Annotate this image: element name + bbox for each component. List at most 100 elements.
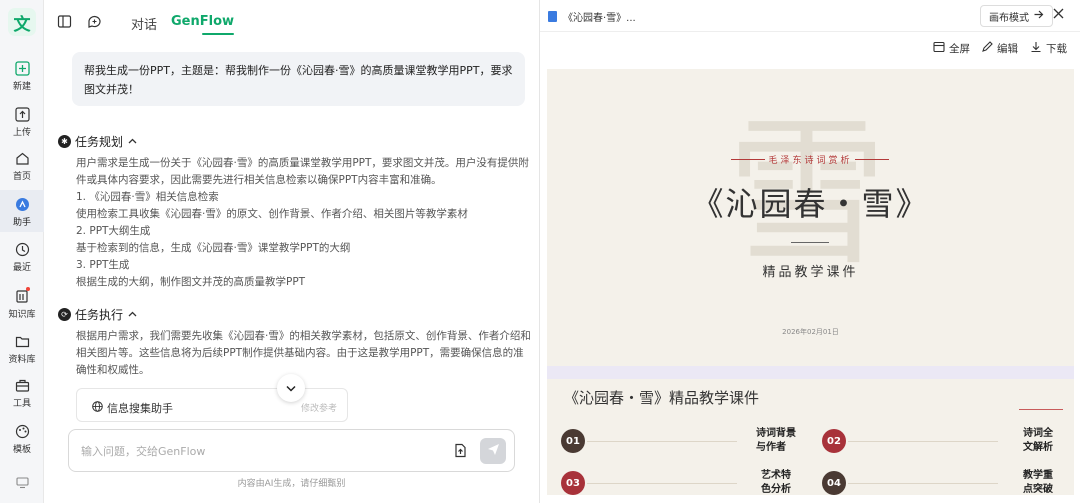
toc-number: 04	[822, 471, 846, 495]
plan-icon: ✱	[58, 135, 71, 148]
slide-cover-tagline: 精品教学课件	[762, 265, 859, 280]
new-chat-icon[interactable]	[87, 14, 103, 30]
fullscreen-label: 全屏	[949, 43, 970, 55]
tab-genflow[interactable]: GenFlow	[171, 14, 234, 29]
chat-input[interactable]	[81, 442, 431, 460]
scroll-down-button[interactable]	[277, 374, 305, 402]
toc-label-line: 教学重	[1023, 470, 1053, 481]
chevron-up-icon	[128, 310, 137, 320]
title-separator	[791, 242, 829, 243]
app-root: 文 新建 上传 首页 助手 最近 知识库 资料库 工具 模板 对话 GenFlo…	[0, 0, 1080, 503]
rail-item-tools[interactable]: 工具	[0, 377, 44, 413]
rail-item-label: 知识库	[8, 310, 36, 320]
toc-number: 02	[822, 429, 846, 453]
plus-square-icon	[14, 60, 30, 76]
rail-item-label: 工具	[12, 399, 31, 409]
rail-item-label: 最近	[12, 263, 31, 273]
toc-label-line: 文解析	[1023, 442, 1053, 453]
toc-label-line: 色分析	[761, 484, 791, 495]
assistant-icon	[14, 196, 30, 212]
edit-label: 编辑	[997, 43, 1018, 55]
toc-label: 诗词背景 与作者	[756, 427, 796, 455]
execution-section-header[interactable]: ⟳ 任务执行	[58, 306, 137, 323]
knowledge-icon	[14, 287, 30, 304]
chat-topbar: 对话 GenFlow	[44, 0, 539, 44]
fullscreen-button[interactable]: 全屏	[933, 41, 970, 56]
rail-item-label: 助手	[12, 218, 31, 228]
close-icon[interactable]	[1053, 7, 1064, 23]
slide-cover-subtitle: 毛泽东诗词赏析	[768, 156, 853, 166]
rail-item-upload[interactable]: 上传	[0, 106, 44, 142]
left-rail: 文 新建 上传 首页 助手 最近 知识库 资料库 工具 模板	[0, 0, 44, 503]
tab-chat[interactable]: 对话	[131, 14, 157, 33]
plan-title: 任务规划	[75, 135, 124, 149]
chat-input-box	[68, 429, 515, 472]
chevron-down-icon	[286, 381, 296, 395]
home-icon	[14, 150, 30, 166]
rail-item-new[interactable]: 新建	[0, 60, 44, 96]
canvas-mode-label: 画布模式	[989, 12, 1029, 24]
slide-cover-title: 《沁园春・雪》	[691, 185, 930, 223]
slide-toc-title: 《沁园春・雪》精品教学课件	[564, 389, 760, 407]
toc-label: 教学重 点突破	[1023, 469, 1053, 495]
rail-item-assistant[interactable]: 助手	[0, 190, 44, 232]
toc-label-line: 点突破	[1023, 484, 1053, 495]
toc-number: 03	[561, 471, 585, 495]
rail-item-device[interactable]	[0, 474, 44, 494]
toolbox-icon	[14, 377, 30, 393]
rail-item-home[interactable]: 首页	[0, 150, 44, 186]
slides-viewport[interactable]: 雪 毛泽东诗词赏析 《沁园春・雪》 精品教学课件 2026年02月01日 《沁园…	[547, 69, 1074, 495]
preview-doc-tab[interactable]: 《沁园春·雪》...	[548, 9, 636, 24]
plan-body: 用户需求是生成一份关于《沁园春·雪》的高质量课堂教学用PPT，要求图文并茂。用户…	[76, 155, 531, 291]
edit-icon	[981, 41, 997, 56]
globe-icon	[92, 401, 103, 415]
plan-line: 用户需求是生成一份关于《沁园春·雪》的高质量课堂教学用PPT，要求图文并茂。用户…	[76, 157, 529, 186]
execution-title: 任务执行	[75, 308, 124, 322]
rail-item-library[interactable]: 资料库	[0, 333, 44, 369]
rail-item-templates[interactable]: 模板	[0, 423, 44, 459]
rail-item-label: 新建	[12, 82, 31, 92]
toc-label: 诗词全 文解析	[1023, 427, 1053, 455]
rail-item-label: 首页	[12, 172, 31, 182]
palette-icon	[14, 423, 30, 439]
toc-label-line: 诗词全	[1023, 428, 1053, 439]
plan-section-header[interactable]: ✱ 任务规划	[58, 133, 137, 150]
clock-icon	[14, 241, 30, 257]
toc-line	[848, 483, 998, 484]
download-icon	[1030, 41, 1046, 56]
rail-item-label: 模板	[12, 445, 31, 455]
rail-item-knowledge[interactable]: 知识库	[0, 287, 44, 324]
sidebar-toggle-icon[interactable]	[57, 14, 73, 30]
plan-line: 使用检索工具收集《沁园春·雪》的原文、创作背景、作者介绍、相关图片等教学素材	[76, 208, 468, 220]
edit-button[interactable]: 编辑	[981, 41, 1018, 56]
toc-label-line: 与作者	[756, 442, 786, 453]
toc-line	[587, 441, 737, 442]
download-button[interactable]: 下载	[1030, 41, 1067, 56]
toc-number: 01	[561, 429, 585, 453]
tab-active-indicator	[202, 33, 234, 35]
toc-label: 艺术特 色分析	[761, 469, 791, 495]
slide-cover-date: 2026年02月01日	[782, 328, 839, 336]
app-logo[interactable]: 文	[8, 8, 36, 36]
folder-icon	[14, 333, 30, 349]
upload-file-icon[interactable]	[453, 443, 469, 459]
toc-line	[848, 441, 998, 442]
document-icon	[548, 11, 557, 22]
arrow-right-icon	[1034, 10, 1044, 22]
toc-label-line: 诗词背景	[756, 428, 796, 439]
preview-doc-title: 《沁园春·雪》...	[563, 13, 636, 24]
slide-toc: 《沁园春・雪》精品教学课件 01 诗词背景 与作者 02 诗词全 文解析 03 …	[547, 379, 1074, 495]
ai-disclaimer: 内容由AI生成，请仔细甄别	[237, 479, 346, 489]
canvas-mode-button[interactable]: 画布模式	[980, 5, 1053, 27]
send-button[interactable]	[480, 438, 506, 464]
preview-toolbar: 全屏 编辑 下载	[540, 32, 1080, 64]
execution-icon: ⟳	[58, 308, 71, 321]
rail-item-recent[interactable]: 最近	[0, 241, 44, 277]
chevron-up-icon	[128, 137, 137, 147]
chat-panel: 对话 GenFlow 帮我生成一份PPT，主题是：帮我制作一份《沁园春·雪》的高…	[44, 0, 539, 503]
tool-card-info-search[interactable]: 信息搜集助手 修改参考	[76, 388, 348, 422]
preview-tabbar: 《沁园春·雪》... 画布模式	[540, 0, 1080, 32]
decor-rule	[1019, 409, 1063, 410]
slide-cover: 雪 毛泽东诗词赏析 《沁园春・雪》 精品教学课件 2026年02月01日	[547, 69, 1074, 366]
rail-item-label: 上传	[12, 128, 31, 138]
